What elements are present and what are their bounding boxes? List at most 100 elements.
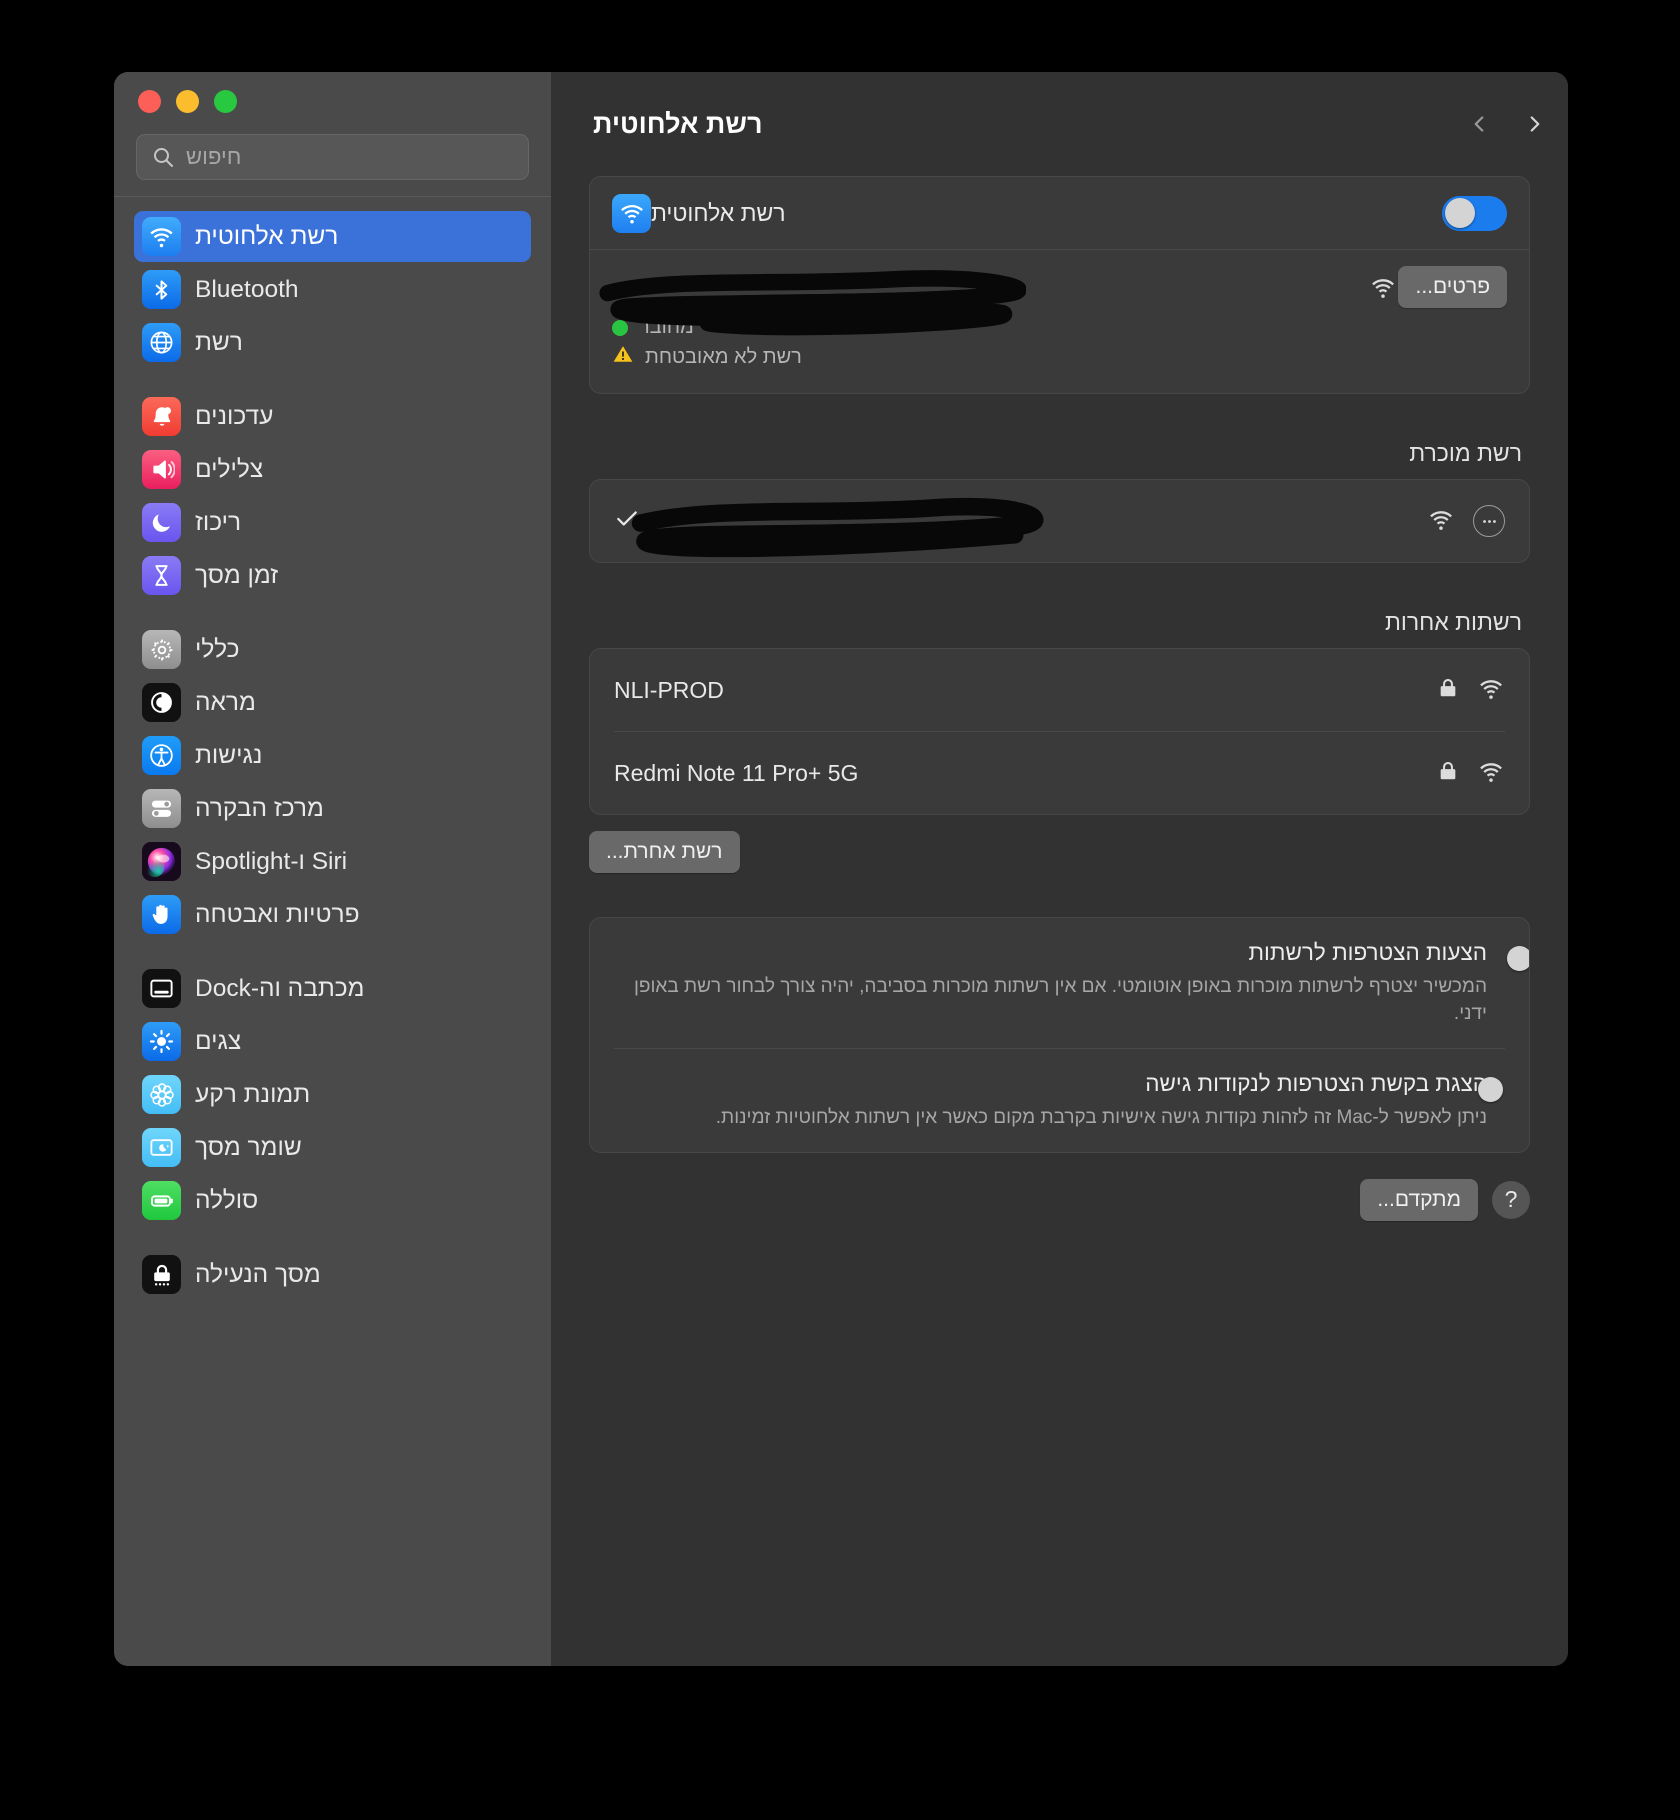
sidebar-item-label: מראה bbox=[195, 688, 256, 716]
sidebar-item-focus[interactable]: ריכוז bbox=[134, 497, 531, 548]
titlebar bbox=[114, 72, 551, 130]
other-network-name: NLI-PROD bbox=[614, 676, 724, 703]
zoom-button[interactable] bbox=[214, 89, 237, 113]
hand-icon bbox=[142, 895, 181, 934]
join-suggestions-title: הצעות הצטרפות לרשתות bbox=[1248, 940, 1487, 965]
sidebar-item-label: רשת bbox=[195, 328, 243, 356]
wifi-toggle-switch[interactable] bbox=[1442, 195, 1507, 231]
other-network-button-row: רשת אחרת... bbox=[589, 831, 1530, 873]
sidebar-item-screensaver[interactable]: שומר מסך bbox=[134, 1122, 531, 1173]
known-network-row[interactable] bbox=[590, 480, 1529, 562]
status-text: מחובר bbox=[639, 316, 694, 338]
group-gap bbox=[134, 942, 531, 963]
screensaver-icon bbox=[142, 1128, 181, 1167]
connected-network-row: פרטים... bbox=[599, 266, 1507, 335]
join-suggestions-row: הצעות הצטרפות לרשתות המכשיר יצטרף לרשתות… bbox=[590, 918, 1529, 1048]
main-pane: רשת אלחוטית רשת אלחוטית פרטים... מחובר ר… bbox=[551, 72, 1568, 1666]
other-network-row[interactable]: Redmi Note 11 Pro+ 5G bbox=[590, 732, 1529, 814]
traffic-lights bbox=[138, 89, 237, 113]
main-content: רשת אלחוטית פרטים... מחובר רשת לא מאובטח… bbox=[551, 176, 1568, 1221]
known-network-icons bbox=[1427, 505, 1505, 538]
sidebar-item-wifi[interactable]: רשת אלחוטית bbox=[134, 211, 531, 262]
chevron-forward-icon[interactable] bbox=[1522, 111, 1548, 137]
sidebar-item-network[interactable]: רשת bbox=[134, 317, 531, 368]
connected-network-block: פרטים... מחובר רשת לא מאובטחת bbox=[590, 250, 1529, 393]
other-network-name: Redmi Note 11 Pro+ 5G bbox=[614, 759, 859, 786]
group-gap bbox=[134, 603, 531, 624]
sidebar-item-privacy-security[interactable]: פרטיות ואבטחה bbox=[134, 889, 531, 940]
wifi-toggle-label: רשת אלחוטית bbox=[651, 199, 786, 226]
hourglass-icon bbox=[142, 556, 181, 595]
hotspot-request-row: הצגת בקשת הצטרפות לנקודות גישה ניתן לאפש… bbox=[590, 1049, 1529, 1152]
connection-status: מחובר bbox=[612, 316, 694, 339]
globe-icon bbox=[142, 323, 181, 362]
close-button[interactable] bbox=[138, 89, 161, 113]
wallpaper-icon bbox=[142, 1075, 181, 1114]
wifi-signal-icon bbox=[1368, 272, 1398, 302]
advanced-button[interactable]: מתקדם... bbox=[1360, 1178, 1478, 1221]
main-header: רשת אלחוטית bbox=[551, 72, 1568, 176]
sidebar-item-label: סוללה bbox=[195, 1186, 259, 1214]
sidebar-item-notifications[interactable]: עדכונים bbox=[134, 391, 531, 442]
sidebar-item-label: Siri ו-Spotlight bbox=[195, 847, 348, 875]
sidebar-item-bluetooth[interactable]: Bluetooth bbox=[134, 264, 531, 315]
join-suggestions-text: הצעות הצטרפות לרשתות המכשיר יצטרף לרשתות… bbox=[614, 940, 1487, 1028]
minimize-button[interactable] bbox=[176, 89, 199, 113]
sidebar-item-accessibility[interactable]: נגישות bbox=[134, 730, 531, 781]
sidebar-item-displays[interactable]: צגים bbox=[134, 1016, 531, 1067]
chevron-back-icon[interactable] bbox=[1466, 111, 1492, 137]
wifi-icon bbox=[142, 217, 181, 256]
bell-icon bbox=[142, 397, 181, 436]
sidebar-item-wallpaper[interactable]: תמונת רקע bbox=[134, 1069, 531, 1120]
wifi-icon bbox=[1477, 674, 1505, 707]
sidebar-item-lock-screen[interactable]: מסך הנעילה bbox=[134, 1249, 531, 1300]
sidebar-item-sound[interactable]: צלילים bbox=[134, 444, 531, 495]
sidebar-item-screen-time[interactable]: זמן מסך bbox=[134, 550, 531, 601]
desktop-dock-icon bbox=[142, 969, 181, 1008]
sidebar-item-label: Bluetooth bbox=[195, 275, 299, 303]
lock-icon bbox=[142, 1255, 181, 1294]
sidebar-item-siri-spotlight[interactable]: Siri ו-Spotlight bbox=[134, 836, 531, 887]
warning-triangle-icon bbox=[612, 343, 634, 371]
network-details-button[interactable]: פרטים... bbox=[1398, 266, 1507, 308]
sidebar-item-battery[interactable]: סוללה bbox=[134, 1175, 531, 1226]
hotspot-request-text: הצגת בקשת הצטרפות לנקודות גישה ניתן לאפש… bbox=[614, 1071, 1487, 1132]
sidebar-item-label: צלילים bbox=[195, 455, 264, 483]
other-network-row[interactable]: NLI-PROD bbox=[590, 649, 1529, 731]
help-button[interactable]: ? bbox=[1492, 1180, 1530, 1219]
speaker-icon bbox=[142, 450, 181, 489]
bluetooth-icon bbox=[142, 270, 181, 309]
search-field[interactable]: חיפוש bbox=[136, 134, 529, 180]
sidebar-item-label: זמן מסך bbox=[195, 561, 279, 589]
moon-icon bbox=[142, 503, 181, 542]
battery-icon bbox=[142, 1181, 181, 1220]
join-suggestions-description: המכשיר יצטרף לרשתות מוכרות באופן אוטומטי… bbox=[633, 976, 1487, 1024]
accessibility-icon bbox=[142, 736, 181, 775]
sidebar-item-label: עדכונים bbox=[195, 402, 274, 430]
more-options-icon[interactable] bbox=[1473, 505, 1505, 537]
wifi-icon bbox=[1477, 757, 1505, 790]
group-gap bbox=[134, 370, 531, 391]
wifi-master-card: רשת אלחוטית פרטים... מחובר רשת לא מאובטח… bbox=[589, 176, 1530, 394]
sidebar-item-label: ריכוז bbox=[195, 508, 242, 536]
other-network-icons bbox=[1437, 674, 1505, 707]
sidebar-item-label: מרכז הבקרה bbox=[195, 794, 324, 822]
lock-icon bbox=[1437, 759, 1459, 788]
sidebar-item-appearance[interactable]: מראה bbox=[134, 677, 531, 728]
sidebar-item-label: כללי bbox=[195, 635, 240, 663]
wifi-icon bbox=[1427, 505, 1455, 538]
status-dot-icon bbox=[612, 319, 628, 336]
sidebar-item-desktop-dock[interactable]: מכתבה וה-Dock bbox=[134, 963, 531, 1014]
sidebar-item-control-center[interactable]: מרכז הבקרה bbox=[134, 783, 531, 834]
sidebar-item-label: נגישות bbox=[195, 741, 263, 769]
other-networks-card: NLI-PROD Redmi Note 11 Pro+ 5G bbox=[589, 648, 1530, 815]
sidebar-item-label: שומר מסך bbox=[195, 1133, 302, 1161]
hotspot-request-title: הצגת בקשת הצטרפות לנקודות גישה bbox=[1145, 1070, 1487, 1096]
known-networks-card bbox=[589, 479, 1530, 563]
other-network-button[interactable]: רשת אחרת... bbox=[589, 831, 740, 873]
known-networks-title: רשת מוכרת bbox=[1409, 440, 1522, 466]
sidebar-item-general[interactable]: כללי bbox=[134, 624, 531, 675]
known-network-name bbox=[631, 497, 1044, 557]
connected-network-name bbox=[599, 269, 1026, 335]
group-gap bbox=[134, 1228, 531, 1249]
